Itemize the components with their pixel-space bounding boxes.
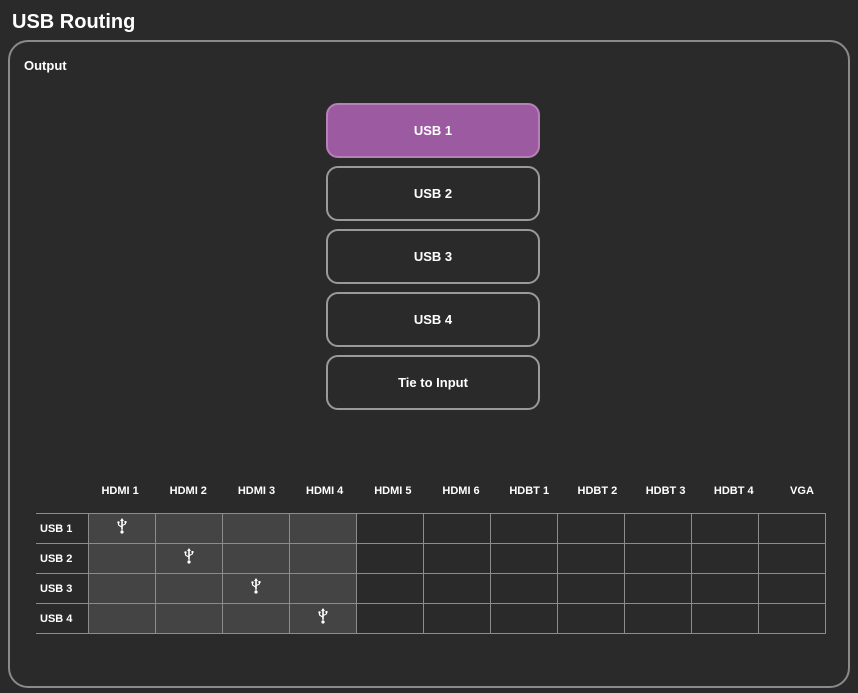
- matrix-cell: [557, 603, 625, 634]
- matrix-cell[interactable]: [222, 513, 290, 544]
- matrix-cell: [624, 573, 692, 604]
- column-header-hdmi-4: HDMI 4: [306, 485, 344, 497]
- matrix-cell: [758, 603, 826, 634]
- usb-icon: [251, 578, 261, 594]
- matrix-cell: [490, 573, 558, 604]
- matrix-cell[interactable]: [222, 573, 290, 604]
- matrix-cell: [356, 543, 424, 574]
- matrix-cell[interactable]: [222, 603, 290, 634]
- table-row: USB 4: [36, 603, 826, 634]
- matrix-column-headers: HDMI 1 HDMI 2 HDMI 3 HDMI 4 HDMI 5 HDMI 6 HDBT…: [86, 485, 836, 497]
- matrix-cell[interactable]: [222, 543, 290, 574]
- matrix-cell[interactable]: [155, 603, 223, 634]
- row-header-usb-1: USB 1: [36, 513, 89, 544]
- matrix-cell: [490, 543, 558, 574]
- matrix-cell: [423, 513, 491, 544]
- matrix-cell: [758, 573, 826, 604]
- matrix-cell[interactable]: [88, 603, 156, 634]
- column-header-vga: VGA: [790, 485, 814, 497]
- matrix-cell[interactable]: [289, 603, 357, 634]
- row-header-usb-4: USB 4: [36, 603, 89, 634]
- matrix-cell[interactable]: [88, 543, 156, 574]
- matrix-cell: [490, 513, 558, 544]
- matrix-cell[interactable]: [289, 543, 357, 574]
- matrix-cell: [691, 513, 759, 544]
- matrix-cell: [691, 573, 759, 604]
- usb-icon: [318, 608, 328, 624]
- matrix-cell: [691, 543, 759, 574]
- matrix-cell[interactable]: [289, 573, 357, 604]
- row-header-usb-3: USB 3: [36, 573, 89, 604]
- usb-icon: [184, 548, 194, 564]
- usb-icon: [117, 518, 127, 534]
- matrix-cell: [356, 573, 424, 604]
- matrix-cell: [423, 603, 491, 634]
- table-row: USB 1: [36, 513, 826, 544]
- output-usb2-button[interactable]: USB 2: [326, 166, 540, 221]
- table-row: USB 2: [36, 543, 826, 574]
- matrix-cell: [624, 543, 692, 574]
- matrix-cell: [356, 603, 424, 634]
- matrix-cell[interactable]: [88, 513, 156, 544]
- output-usb1-button[interactable]: USB 1: [326, 103, 540, 158]
- matrix-cell[interactable]: [155, 543, 223, 574]
- column-header-hdmi-2: HDMI 2: [169, 485, 207, 497]
- column-header-hdmi-6: HDMI 6: [442, 485, 480, 497]
- table-row: USB 3: [36, 573, 826, 604]
- column-header-hdbt-1: HDBT 1: [509, 485, 550, 497]
- matrix-cell: [557, 513, 625, 544]
- matrix-cell[interactable]: [155, 573, 223, 604]
- matrix-cell: [624, 603, 692, 634]
- matrix-cell[interactable]: [289, 513, 357, 544]
- column-header-hdmi-1: HDMI 1: [101, 485, 139, 497]
- output-panel-title: Output: [24, 58, 67, 73]
- column-header-hdmi-3: HDMI 3: [237, 485, 276, 497]
- matrix-cell: [758, 513, 826, 544]
- column-header-hdbt-2: HDBT 2: [577, 485, 618, 497]
- output-usb4-button[interactable]: USB 4: [326, 292, 540, 347]
- matrix-cell: [423, 573, 491, 604]
- column-header-hdmi-5: HDMI 5: [374, 485, 412, 497]
- column-header-hdbt-4: HDBT 4: [713, 485, 754, 497]
- column-header-hdbt-3: HDBT 3: [645, 485, 686, 497]
- output-usb3-button[interactable]: USB 3: [326, 229, 540, 284]
- matrix-cell[interactable]: [88, 573, 156, 604]
- matrix-cell: [356, 513, 424, 544]
- matrix-cell: [557, 573, 625, 604]
- page-title: USB Routing: [12, 11, 136, 33]
- routing-matrix: USB 1 USB 2 USB 3 USB 4: [36, 513, 826, 634]
- tie-to-input-button[interactable]: Tie to Input: [326, 355, 540, 410]
- matrix-cell: [758, 543, 826, 574]
- matrix-cell: [423, 543, 491, 574]
- row-header-usb-2: USB 2: [36, 543, 89, 574]
- matrix-cell: [557, 543, 625, 574]
- matrix-cell: [490, 603, 558, 634]
- matrix-cell: [624, 513, 692, 544]
- matrix-cell: [691, 603, 759, 634]
- matrix-cell[interactable]: [155, 513, 223, 544]
